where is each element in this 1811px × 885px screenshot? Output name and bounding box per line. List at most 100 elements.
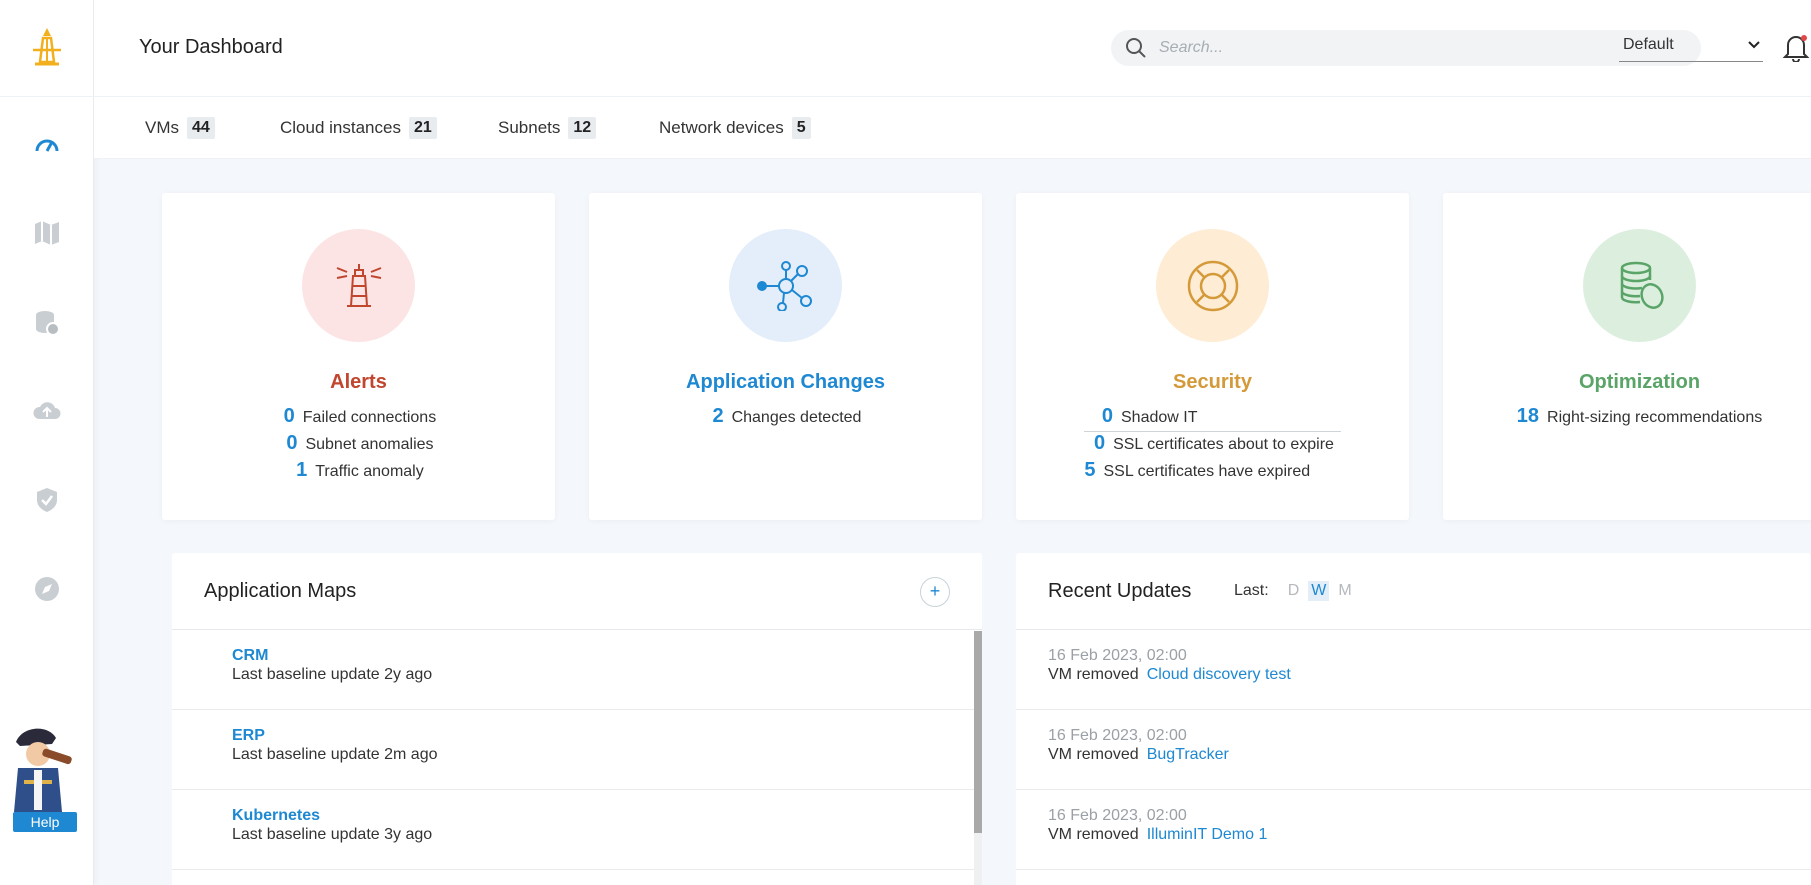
row-count: 0: [1101, 405, 1113, 427]
card-row[interactable]: 5 SSL certificates have expired: [1016, 459, 1409, 486]
compass-icon: [35, 577, 59, 601]
app-logo[interactable]: [0, 0, 94, 97]
update-timestamp: 16 Feb 2023, 02:00: [1048, 807, 1187, 824]
count-badge: 12: [568, 117, 597, 139]
count-label: Cloud instances: [280, 118, 401, 137]
row-count: 18: [1516, 405, 1540, 427]
count-label: Subnets: [498, 118, 561, 137]
security-card[interactable]: Security 0 Shadow IT 0 SSL certificates ab…: [1016, 193, 1409, 520]
page-title: Your Dashboard: [139, 36, 283, 58]
card-title: Alerts: [330, 371, 387, 393]
lifebuoy-icon: [1187, 260, 1238, 311]
update-action: VM removed: [1048, 746, 1139, 763]
nav-security[interactable]: [0, 470, 94, 530]
row-count: 1: [296, 459, 308, 481]
recent-updates-panel: Recent Updates Last: D W M 16 Feb 2023, …: [1016, 553, 1811, 885]
card-row[interactable]: 2 Changes detected: [589, 405, 982, 432]
bell-icon: [1782, 35, 1810, 63]
update-description: VM removed BugTracker: [1048, 746, 1229, 764]
update-description: VM removed IlluminIT Demo 1: [1048, 826, 1267, 844]
view-select[interactable]: Default: [1619, 32, 1763, 62]
nav-cloud[interactable]: [0, 381, 94, 441]
optimization-card[interactable]: Optimization 18 Right-sizing recommendati…: [1443, 193, 1811, 520]
count-cloud-instances[interactable]: Cloud instances 21: [280, 117, 437, 139]
card-title: Optimization: [1578, 371, 1701, 393]
update-target-link[interactable]: IlluminIT Demo 1: [1147, 826, 1268, 843]
coins-icon: [1620, 261, 1664, 309]
captain-mascot-icon: [14, 728, 72, 812]
list-item[interactable]: Kubernetes Last baseline update 3y ago: [172, 790, 982, 870]
card-row[interactable]: 0 SSL certificates about to expire: [1016, 432, 1409, 459]
list-item: 16 Feb 2023, 02:00 VM removed BugTracker: [1016, 710, 1811, 790]
search-input[interactable]: [1159, 39, 1679, 57]
scrollbar-thumb[interactable]: [974, 631, 982, 833]
update-action: VM removed: [1048, 826, 1139, 843]
update-description: VM removed Cloud discovery test: [1048, 666, 1291, 684]
nav-dashboard[interactable]: [0, 115, 94, 175]
row-label: Traffic anomaly: [315, 463, 424, 480]
application-maps-panel: Application Maps + CRM Last baseline upd…: [172, 553, 982, 885]
card-rows: 0 Shadow IT 0 SSL certificates about to ex…: [1016, 405, 1409, 486]
add-map-button[interactable]: +: [920, 577, 950, 607]
period-day-option[interactable]: D: [1285, 581, 1303, 601]
nav-database[interactable]: [0, 293, 94, 353]
map-baseline-text: Last baseline update 2m ago: [232, 746, 438, 763]
card-title: Security: [1173, 371, 1252, 393]
inventory-counts: VMs 44 Cloud instances 21 Subnets 12 Net…: [94, 97, 1811, 159]
view-select-value: Default: [1623, 36, 1674, 53]
row-label: Shadow IT: [1121, 409, 1198, 426]
row-count: 0: [1093, 432, 1106, 454]
count-subnets[interactable]: Subnets 12: [498, 117, 597, 139]
nav-explore[interactable]: [0, 559, 94, 619]
notifications-button[interactable]: [1782, 32, 1810, 63]
row-count: 0: [283, 405, 295, 427]
map-name-link[interactable]: CRM: [232, 647, 268, 665]
row-label: SSL certificates have expired: [1103, 463, 1311, 480]
list-item[interactable]: ERP Last baseline update 2m ago: [172, 710, 982, 790]
help-button[interactable]: Help: [13, 812, 77, 832]
update-action: VM removed: [1048, 666, 1139, 683]
map-baseline-text: Last baseline update 2y ago: [232, 666, 433, 683]
count-label: Network devices: [659, 118, 784, 137]
row-label: Changes detected: [731, 409, 862, 426]
card-row[interactable]: 18 Right-sizing recommendations: [1443, 405, 1811, 432]
row-count: 0: [286, 432, 298, 454]
map-icon: [35, 221, 59, 245]
application-changes-card[interactable]: Application Changes 2 Changes detected: [589, 193, 982, 520]
alerts-card[interactable]: Alerts 0 Failed connections 0 Subnet anoma…: [162, 193, 555, 520]
period-month-option[interactable]: M: [1335, 581, 1354, 601]
row-label: Failed connections: [302, 409, 437, 426]
update-target-link[interactable]: BugTracker: [1147, 746, 1229, 763]
count-label: VMs: [145, 118, 179, 137]
period-week-option[interactable]: W: [1308, 581, 1330, 601]
card-rows: 0 Failed connections 0 Subnet anomalies 1T…: [162, 405, 555, 486]
row-count: 5: [1084, 459, 1096, 481]
count-vms[interactable]: VMs 44: [145, 117, 215, 139]
map-name-link[interactable]: ERP: [232, 727, 265, 745]
row-count: 2: [712, 405, 724, 427]
card-title: Application Changes: [686, 371, 885, 393]
map-baseline-text: Last baseline update 3y ago: [232, 826, 433, 843]
lighthouse-icon: [336, 263, 381, 307]
count-network-devices[interactable]: Network devices 5: [659, 117, 811, 139]
scrollbar[interactable]: [974, 631, 982, 885]
row-label: SSL certificates about to expire: [1113, 436, 1334, 453]
list-item: 16 Feb 2023, 02:00 VM removed IlluminIT D…: [1016, 790, 1811, 870]
network-nodes-icon: [756, 260, 812, 311]
update-target-link[interactable]: Cloud discovery test: [1147, 666, 1291, 683]
nav-maps[interactable]: [0, 203, 94, 263]
card-row[interactable]: 0 Failed connections: [162, 405, 555, 432]
sidebar: Help: [0, 0, 94, 885]
card-row[interactable]: 1 Traffic anomaly: [162, 459, 555, 486]
card-row[interactable]: 0 Shadow IT: [1084, 405, 1341, 432]
cloud-upload-icon: [33, 402, 61, 419]
dashboard-icon: [35, 139, 59, 152]
count-badge: 44: [187, 117, 215, 139]
search-box[interactable]: [1111, 30, 1701, 66]
map-name-link[interactable]: Kubernetes: [232, 807, 320, 825]
period-filter: Last: D W M: [1234, 581, 1355, 601]
card-row[interactable]: 0 Subnet anomalies: [162, 432, 555, 459]
alerts-icon-circle: [302, 229, 415, 342]
list-item[interactable]: CRM Last baseline update 2y ago: [172, 630, 982, 710]
row-label: Subnet anomalies: [305, 436, 434, 453]
